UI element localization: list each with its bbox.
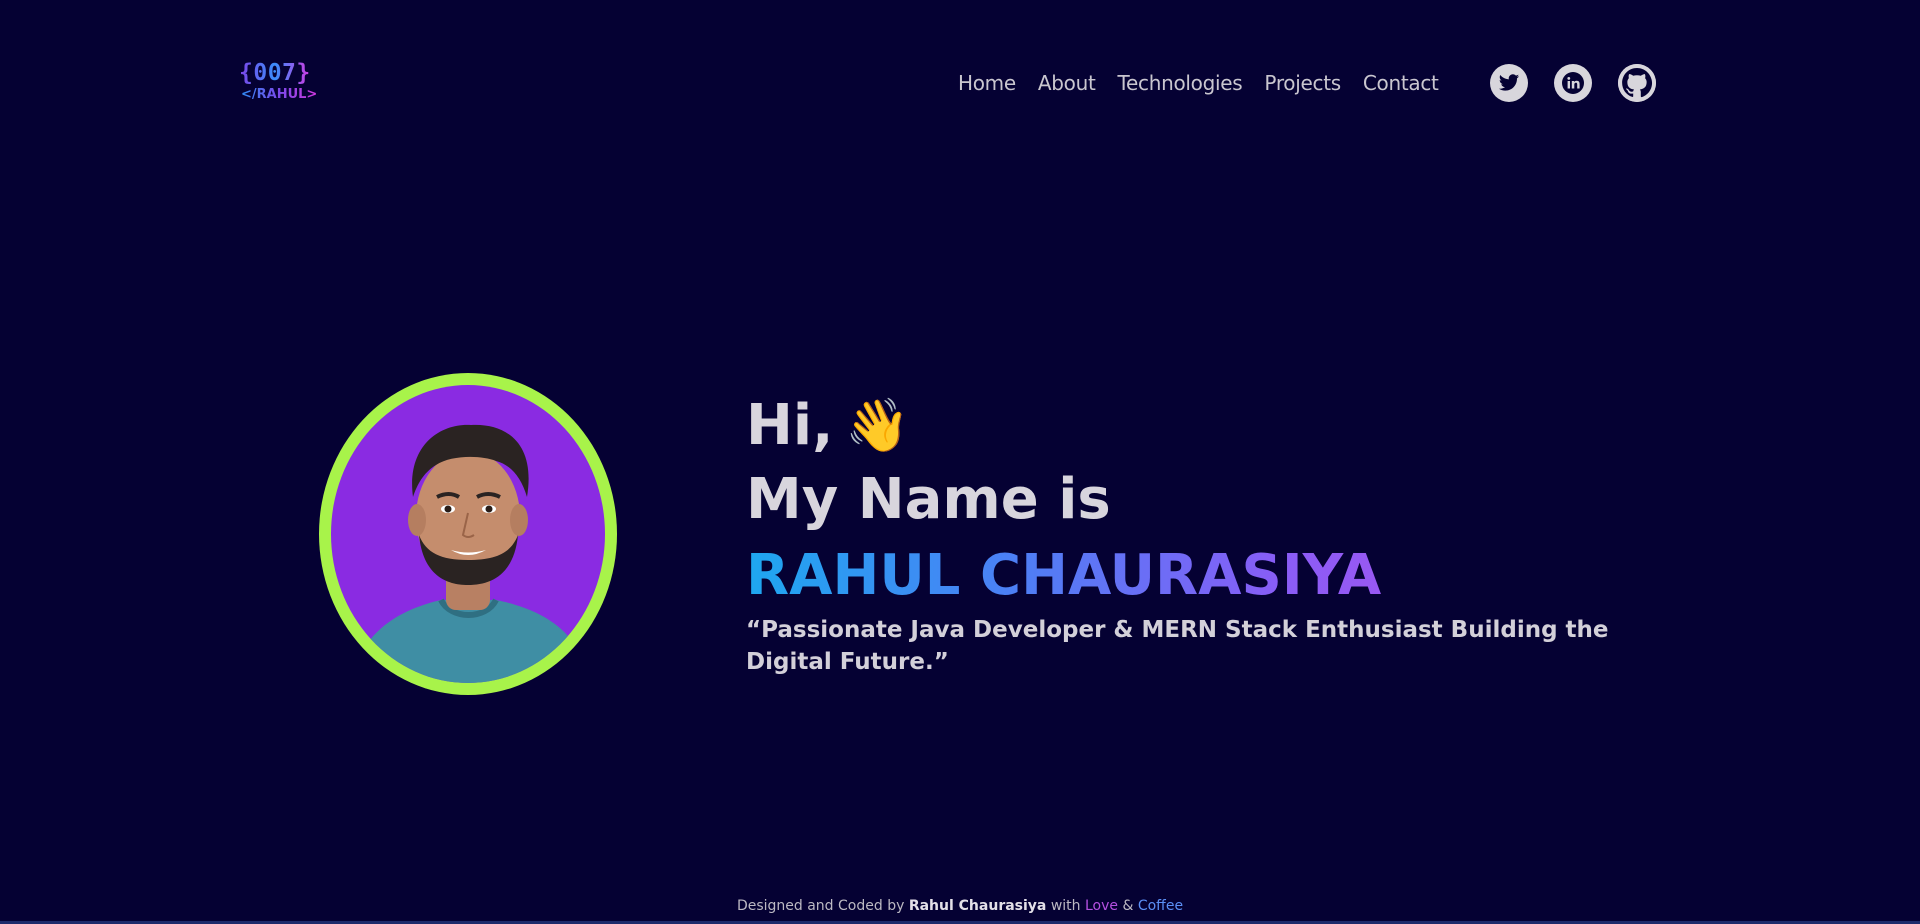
full-name: RAHUL CHAURASIYA [746,538,1646,614]
nav-home[interactable]: Home [958,69,1016,97]
profile-photo [331,385,605,683]
person-portrait [351,424,589,683]
intro-text: My Name is [746,467,1111,532]
twitter-icon [1498,74,1520,91]
logo-code: {007} [239,60,311,86]
footer-coffee: Coffee [1137,898,1184,914]
footer-amp: & [1122,898,1134,914]
waving-hand-icon: 👋 [845,396,911,456]
profile-photo-ring [319,373,617,695]
greeting-text: Hi, [746,393,834,458]
greeting: Hi, 👋 [746,390,1646,462]
site-footer: Designed and Coded by Rahul Chaurasiya w… [0,896,1920,916]
footer-author: Rahul Chaurasiya [908,898,1047,914]
github-icon [1618,64,1656,102]
logo-name: </RAHUL> [241,87,318,102]
github-button[interactable] [1618,64,1656,102]
footer-prefix: Designed and Coded by [736,898,905,914]
hero-intro: Hi, 👋 My Name is RAHUL CHAURASIYA “Passi… [746,390,1646,678]
nav-projects[interactable]: Projects [1264,69,1341,97]
footer-love: Love [1084,898,1119,914]
site-logo[interactable]: {007} </RAHUL> [239,60,319,110]
site-header: {007} </RAHUL> Home About Technologies P… [0,0,1920,170]
nav-technologies[interactable]: Technologies [1118,69,1243,97]
linkedin-button[interactable] [1554,64,1592,102]
linkedin-icon [1562,72,1584,94]
twitter-button[interactable] [1490,64,1528,102]
main-nav: Home About Technologies Projects Contact [958,69,1461,97]
nav-about[interactable]: About [1038,69,1096,97]
footer-with: with [1050,898,1081,914]
social-links [1490,64,1656,102]
tagline: “Passionate Java Developer & MERN Stack … [746,617,1609,675]
nav-contact[interactable]: Contact [1363,69,1439,97]
